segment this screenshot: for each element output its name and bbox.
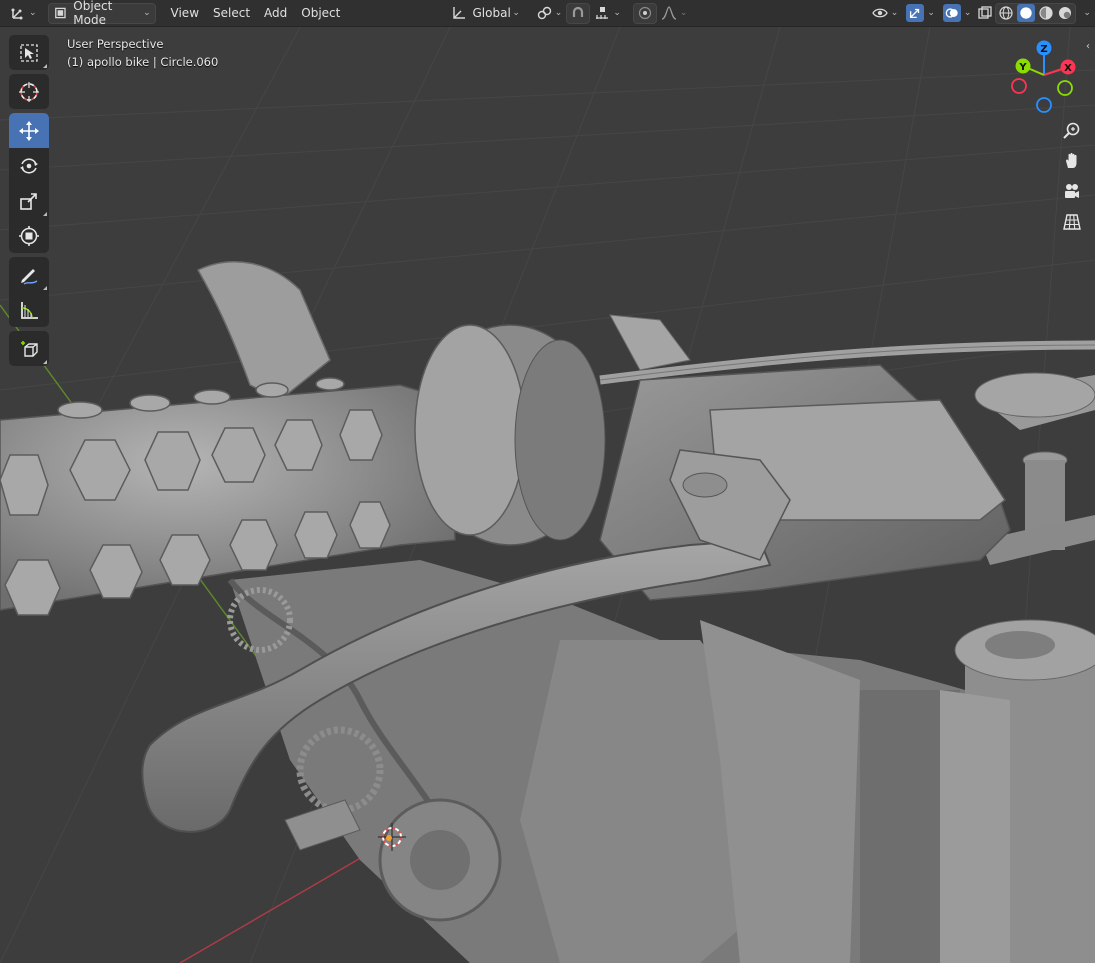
wireframe-shading-icon[interactable] <box>998 5 1014 21</box>
xray-icon <box>978 6 993 19</box>
y-axis-label: Y <box>1018 62 1027 73</box>
tool-group-cursor <box>9 74 49 109</box>
hand-icon <box>1066 152 1077 168</box>
xray-toggle[interactable] <box>975 3 995 24</box>
snap-toggle[interactable] <box>566 2 591 24</box>
object-mode-icon <box>55 7 67 19</box>
tool-group-annotate <box>9 257 49 327</box>
measure-icon <box>21 301 38 319</box>
eye-icon <box>872 8 888 18</box>
add-cube-tool[interactable] <box>9 331 49 366</box>
neg-x-axis-icon[interactable] <box>1011 78 1027 94</box>
snap-increment-icon <box>596 7 609 19</box>
menu-object[interactable]: Object <box>294 6 347 20</box>
tool-shelf <box>9 35 49 370</box>
z-axis-label: Z <box>1040 44 1047 55</box>
transform-icon <box>19 225 39 246</box>
neg-y-axis-icon[interactable] <box>1057 80 1073 96</box>
scene-render[interactable] <box>0 27 1095 963</box>
visibility-dropdown[interactable]: ⌄ <box>868 3 903 24</box>
chevron-down-icon: ⌄ <box>512 8 520 18</box>
overlays-icon <box>942 4 961 22</box>
snap-target-dropdown[interactable]: ⌄ <box>590 3 625 24</box>
chevron-down-icon: ⌄ <box>29 8 37 18</box>
select-box-tool[interactable] <box>9 35 49 70</box>
chevron-down-icon: ⌄ <box>143 8 151 18</box>
chevron-down-icon: ⌄ <box>1083 8 1091 18</box>
move-tool[interactable] <box>9 113 49 148</box>
orientation-icon <box>452 7 465 19</box>
annotate-icon <box>21 268 38 285</box>
falloff-dropdown[interactable]: ⌄ <box>657 3 692 24</box>
tool-group-add <box>9 331 49 366</box>
brake-reservoir-fin <box>196 261 331 401</box>
rendered-shading-icon[interactable] <box>1057 5 1073 21</box>
viewport-info: User Perspective (1) apollo bike | Circl… <box>67 35 218 71</box>
camera-icon <box>1065 184 1079 198</box>
editor-type-button[interactable]: ⌄ <box>6 3 41 24</box>
transform-tool[interactable] <box>9 218 49 253</box>
material-preview-icon[interactable] <box>1038 5 1054 21</box>
axis-icon <box>11 8 23 20</box>
zoom-button[interactable] <box>1058 117 1086 145</box>
transform-orientation-dropdown[interactable]: Global ⌄ <box>447 3 524 24</box>
gizmo-dropdown[interactable]: ⌄ <box>902 3 939 24</box>
perspective-toggle-button[interactable] <box>1058 208 1086 236</box>
tool-group-transform <box>9 113 49 253</box>
zoom-icon <box>1063 122 1080 139</box>
viewport-header: ⌄ Object Mode ⌄ View Select Add Object G… <box>0 0 1095 27</box>
cursor-icon <box>19 81 39 102</box>
add-cube-icon <box>21 340 38 357</box>
chevron-down-icon: ⌄ <box>890 8 899 18</box>
move-icon <box>19 120 39 141</box>
shading-modes <box>995 2 1077 24</box>
mode-label: Object Mode <box>73 0 113 27</box>
chevron-down-icon: ⌄ <box>963 8 972 18</box>
orientation-label: Global <box>472 6 511 20</box>
x-axis-label: X <box>1064 63 1072 74</box>
3d-viewport[interactable]: User Perspective (1) apollo bike | Circl… <box>0 27 1095 963</box>
active-object-label: (1) apollo bike | Circle.060 <box>67 55 219 69</box>
scale-tool[interactable] <box>9 183 49 218</box>
chevron-down-icon: ⌄ <box>679 8 688 18</box>
pan-button[interactable] <box>1058 147 1086 175</box>
menu-view[interactable]: View <box>164 6 206 20</box>
object-origin <box>386 835 392 841</box>
select-box-icon <box>20 43 38 62</box>
falloff-curve-icon <box>661 6 677 20</box>
proportional-editing-icon <box>638 6 651 20</box>
pivot-point-dropdown[interactable]: ⌄ <box>532 3 567 24</box>
measure-tool[interactable] <box>9 292 49 327</box>
proportional-editing-toggle[interactable] <box>632 2 657 24</box>
menu-select[interactable]: Select <box>206 6 257 20</box>
chevron-down-icon: ⌄ <box>613 8 621 18</box>
scale-icon <box>20 192 37 210</box>
annotate-tool[interactable] <box>9 257 49 292</box>
cursor-tool[interactable] <box>9 74 49 109</box>
menu-add[interactable]: Add <box>257 6 294 20</box>
tool-group-select <box>9 35 49 70</box>
gizmo-toggle-icon <box>906 4 925 22</box>
rotate-icon <box>20 157 38 174</box>
chevron-down-icon: ⌄ <box>927 8 935 18</box>
solid-shading-icon[interactable] <box>1017 4 1036 22</box>
grid-perspective-icon <box>1063 214 1081 230</box>
rotate-tool[interactable] <box>9 148 49 183</box>
chevron-down-icon: ⌄ <box>554 8 563 18</box>
sidebar-toggle-icon[interactable]: ‹ <box>1086 41 1090 52</box>
shading-options-dropdown[interactable]: ⌄ <box>1076 3 1095 24</box>
camera-view-button[interactable] <box>1058 178 1086 206</box>
navigation-gizmo[interactable]: Z X Y <box>1008 39 1080 113</box>
pivot-icon <box>537 6 551 20</box>
overlays-dropdown[interactable]: ⌄ <box>939 3 976 24</box>
neg-z-axis-icon[interactable] <box>1036 97 1052 113</box>
magnet-icon <box>573 6 584 17</box>
perspective-label: User Perspective <box>67 37 164 51</box>
mode-dropdown[interactable]: Object Mode ⌄ <box>48 0 156 27</box>
